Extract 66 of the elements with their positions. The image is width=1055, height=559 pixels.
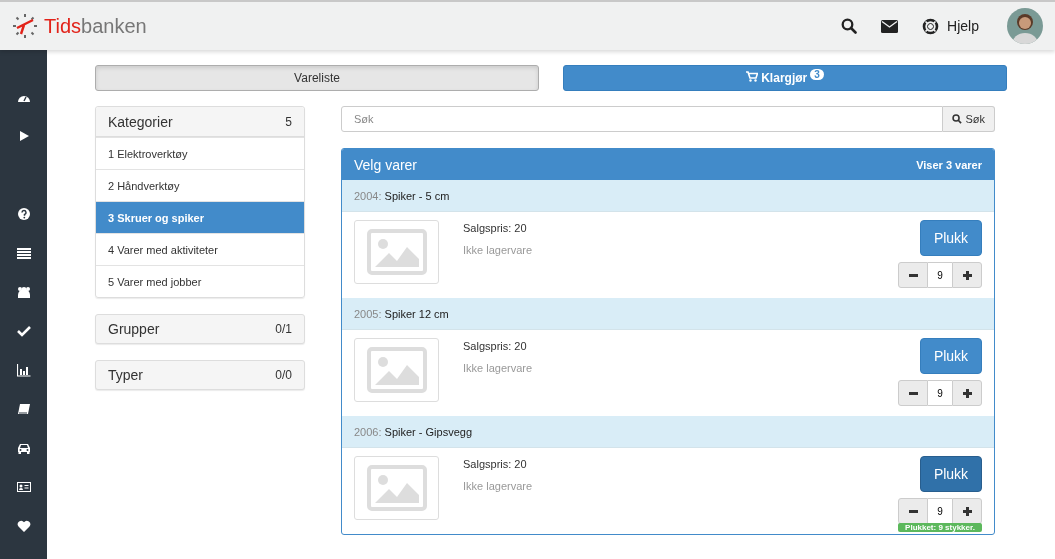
minus-icon <box>908 509 918 513</box>
quantity-field[interactable]: 9 <box>928 380 952 406</box>
logo-text: Tidsbanken <box>44 14 147 38</box>
stock-status: Ikke lagervare <box>463 362 533 374</box>
stock-status: Ikke lagervare <box>463 244 533 256</box>
increment-button[interactable] <box>952 380 982 406</box>
envelope-icon[interactable] <box>881 19 899 33</box>
panel-title: Kategorier <box>108 113 173 130</box>
question-icon[interactable] <box>16 207 31 221</box>
panel-title: Velg varer <box>354 156 418 173</box>
decrement-button[interactable] <box>898 262 928 288</box>
id-card-icon[interactable] <box>16 480 31 494</box>
image-placeholder-icon <box>354 456 439 520</box>
pick-button[interactable]: Plukk <box>920 456 982 492</box>
collapsible-panel[interactable]: Grupper 0/1 <box>95 314 305 344</box>
search-field[interactable]: Søk <box>341 106 944 132</box>
plus-icon <box>962 270 972 280</box>
pick-button[interactable]: Plukk <box>920 338 982 374</box>
product-name: 2005: Spiker 12 cm <box>354 307 449 320</box>
price-text: Salgspris: 20 <box>463 458 528 470</box>
avatar[interactable] <box>1007 8 1043 44</box>
product-name: 2006: Spiker - Gipsvegg <box>354 425 472 438</box>
lifebuoy-icon <box>922 17 940 35</box>
decrement-button[interactable] <box>898 380 928 406</box>
category-item[interactable]: 3 Skruer og spiker <box>96 201 304 233</box>
product-name: 2004: Spiker - 5 cm <box>354 189 450 202</box>
plus-icon <box>962 388 972 398</box>
minus-icon <box>908 273 918 277</box>
bar-chart-icon[interactable] <box>16 363 31 377</box>
cart-icon <box>746 71 759 82</box>
price-text: Salgspris: 20 <box>463 340 528 352</box>
category-item[interactable]: 4 Varer med aktiviteter <box>96 233 304 265</box>
image-placeholder-icon <box>354 220 439 284</box>
stock-status: Ikke lagervare <box>463 480 533 492</box>
clock-logo-icon <box>12 13 38 39</box>
item-count: 5 <box>285 114 292 129</box>
search-icon <box>952 114 963 124</box>
increment-button[interactable] <box>952 262 982 288</box>
minus-icon <box>908 391 918 395</box>
increment-button[interactable] <box>952 498 982 524</box>
heart-icon[interactable] <box>16 519 31 533</box>
item-count: 0/1 <box>275 322 292 336</box>
book-icon[interactable] <box>16 402 31 416</box>
panel-title: Typer <box>108 367 143 383</box>
quantity-field[interactable]: 9 <box>928 262 952 288</box>
item-count: 0/0 <box>275 368 292 382</box>
list-icon[interactable] <box>16 246 31 260</box>
category-item[interactable]: 1 Elektroverktøy <box>96 137 304 169</box>
count-badge: 3 <box>810 68 824 80</box>
car-icon[interactable] <box>16 441 31 455</box>
category-item[interactable]: 5 Varer med jobber <box>96 265 304 297</box>
panel-title: Grupper <box>108 321 160 337</box>
collapsible-panel[interactable]: Typer 0/0 <box>95 360 305 390</box>
tab[interactable]: Vareliste <box>95 65 539 91</box>
picked-label: Plukket: 9 stykker. <box>898 523 982 532</box>
search-button[interactable]: Søk <box>943 106 995 132</box>
pick-button[interactable]: Plukk <box>920 220 982 256</box>
search-icon[interactable] <box>841 18 858 34</box>
tab[interactable]: Klargjør 3 <box>563 65 1007 91</box>
checkmark-icon[interactable] <box>16 324 31 338</box>
plus-icon <box>962 506 972 516</box>
price-text: Salgspris: 20 <box>463 222 528 234</box>
help-link[interactable]: Hjelp <box>922 17 979 35</box>
image-placeholder-icon <box>354 338 439 402</box>
decrement-button[interactable] <box>898 498 928 524</box>
result-count: Viser 3 varer <box>916 158 982 171</box>
